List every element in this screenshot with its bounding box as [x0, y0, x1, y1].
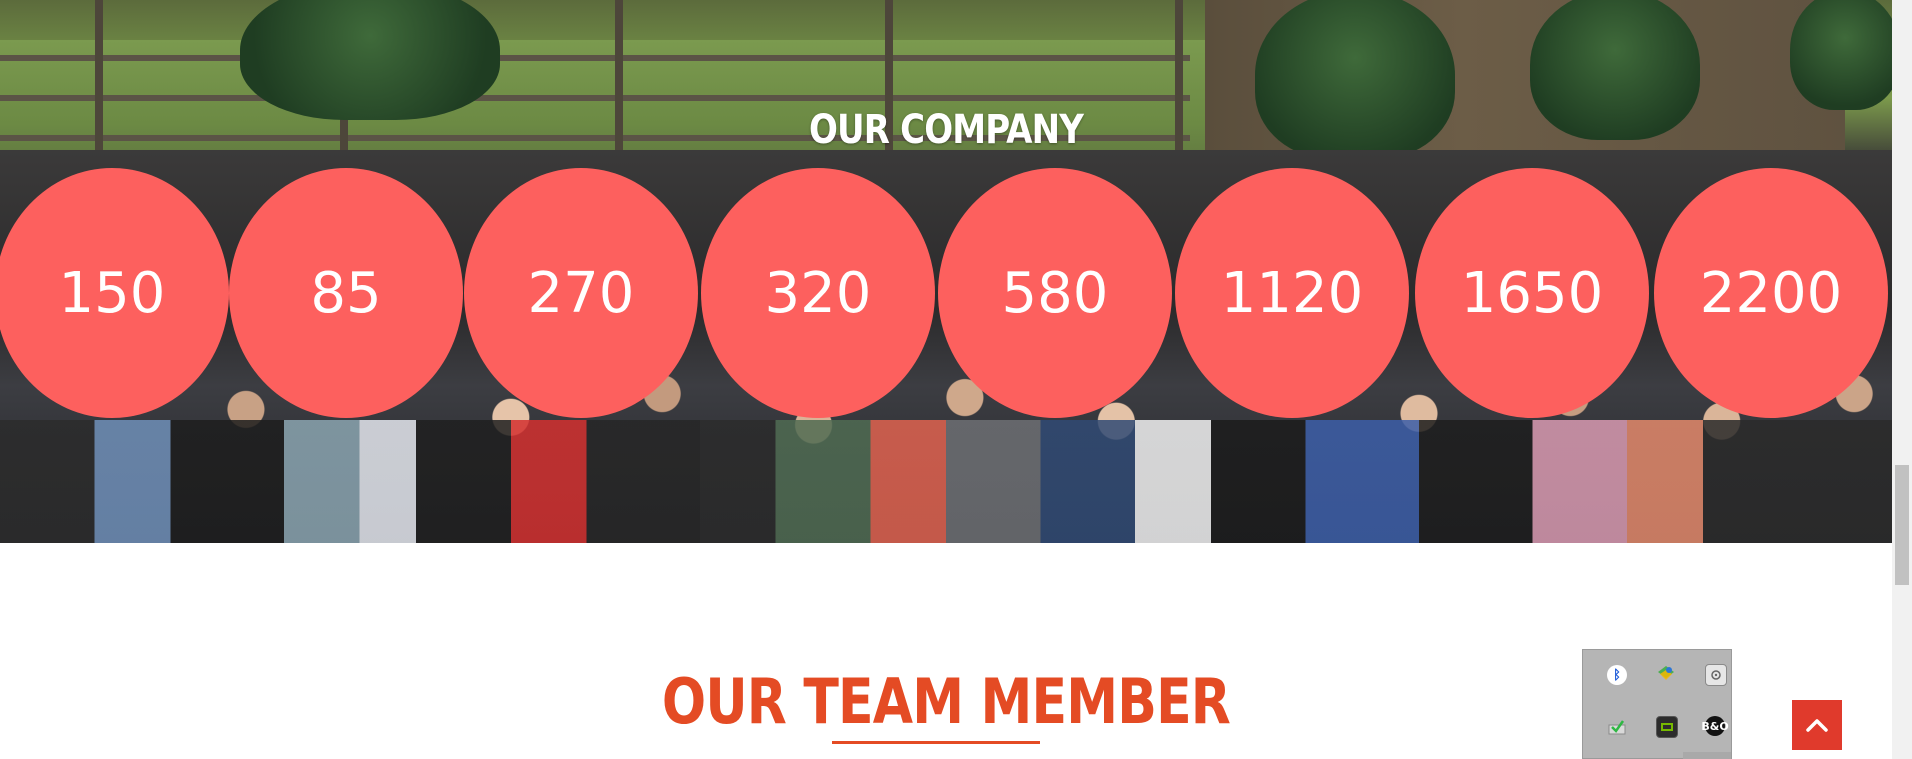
stat-value: 1650: [1460, 260, 1604, 326]
hero-fence-rail: [0, 95, 1190, 101]
chevron-up-icon: [1806, 719, 1828, 732]
stat-circle: 1120: [1175, 168, 1409, 418]
bang-olufsen-icon[interactable]: B&O: [1701, 716, 1729, 736]
team-heading: OUR TEAM MEMBER: [661, 665, 1231, 738]
network-icon[interactable]: [1656, 664, 1676, 684]
back-to-top-button[interactable]: [1792, 700, 1842, 750]
stat-circle: 580: [938, 168, 1172, 418]
stat-value: 150: [58, 260, 166, 326]
stat-value: 320: [764, 260, 872, 326]
hero-fence-post: [95, 0, 103, 165]
hero-crowd-clothing: [0, 420, 1892, 543]
gpu-icon[interactable]: [1656, 716, 1678, 738]
hero-section: OUR COMPANY 150 85 270 320 580 1120 1650: [0, 0, 1892, 543]
stat-circle: 320: [701, 168, 935, 418]
hero-tree: [240, 0, 500, 120]
stat-value: 580: [1001, 260, 1109, 326]
company-heading: OUR COMPANY: [808, 107, 1084, 153]
scrollbar-thumb[interactable]: [1895, 465, 1909, 585]
system-tray-popup: ᛒ B&O: [1582, 649, 1732, 759]
stats-row: 150 85 270 320 580 1120 1650 2200: [0, 168, 1892, 418]
bluetooth-icon[interactable]: ᛒ: [1607, 665, 1627, 685]
stat-value: 270: [527, 260, 635, 326]
stat-circle: 85: [229, 168, 463, 418]
drive-icon[interactable]: [1705, 664, 1727, 686]
team-heading-underline: [832, 741, 1040, 744]
stat-value: 2200: [1699, 260, 1843, 326]
stat-circle: 2200: [1654, 168, 1888, 418]
checkmark-icon[interactable]: [1607, 717, 1627, 737]
stat-circle: 1650: [1415, 168, 1649, 418]
stat-circle: 150: [0, 168, 229, 418]
tray-footer: [1683, 752, 1731, 759]
hero-fence-rail: [0, 55, 1190, 61]
stat-circle: 270: [464, 168, 698, 418]
stat-value: 1120: [1220, 260, 1364, 326]
page-scrollbar[interactable]: [1892, 0, 1912, 759]
stat-value: 85: [310, 260, 382, 326]
page: OUR COMPANY 150 85 270 320 580 1120 1650: [0, 0, 1912, 759]
hero-tree: [1790, 0, 1892, 110]
